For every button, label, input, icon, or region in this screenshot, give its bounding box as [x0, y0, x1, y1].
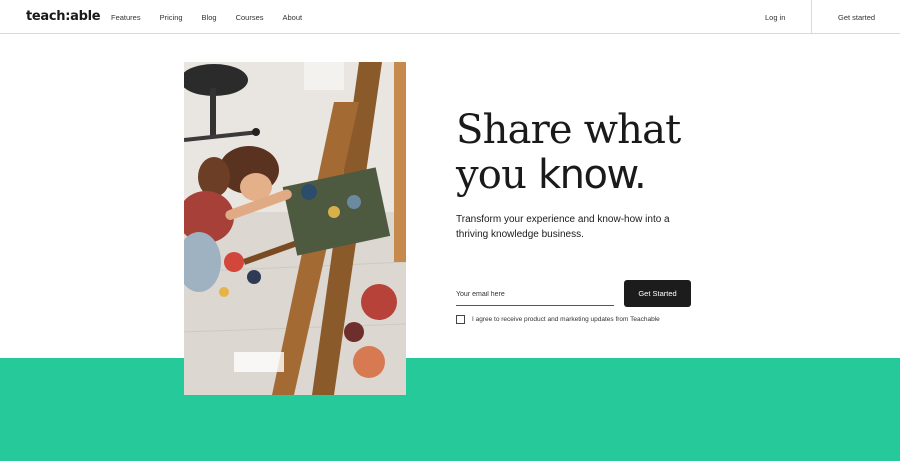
- nav-link-features[interactable]: Features: [111, 13, 141, 22]
- top-navigation: teach:able Features Pricing Blog Courses…: [0, 0, 900, 34]
- get-started-nav-link[interactable]: Get started: [838, 13, 875, 22]
- email-input[interactable]: [456, 283, 614, 306]
- nav-link-pricing[interactable]: Pricing: [160, 13, 183, 22]
- hero-headline: Share what you know.: [456, 108, 756, 198]
- headline-line-1: Share what: [456, 107, 681, 153]
- nav-link-blog[interactable]: Blog: [202, 13, 217, 22]
- consent-row: I agree to receive product and marketing…: [456, 315, 660, 324]
- headline-line-2: you: [456, 152, 538, 198]
- headline-emphasis: know.: [537, 152, 647, 198]
- nav-link-courses[interactable]: Courses: [236, 13, 264, 22]
- nav-divider: [811, 0, 812, 34]
- artist-painting-illustration: [184, 62, 406, 395]
- consent-label: I agree to receive product and marketing…: [472, 316, 660, 323]
- green-accent-band: [0, 358, 900, 461]
- get-started-button[interactable]: Get Started: [624, 280, 691, 307]
- hero-subtext: Transform your experience and know-how i…: [456, 214, 670, 240]
- teachable-logo[interactable]: teach:able: [26, 9, 101, 24]
- nav-links: Features Pricing Blog Courses About: [111, 13, 321, 22]
- consent-checkbox[interactable]: [456, 315, 465, 324]
- hero-image: [184, 62, 406, 395]
- nav-link-about[interactable]: About: [283, 13, 303, 22]
- login-link[interactable]: Log in: [765, 13, 785, 22]
